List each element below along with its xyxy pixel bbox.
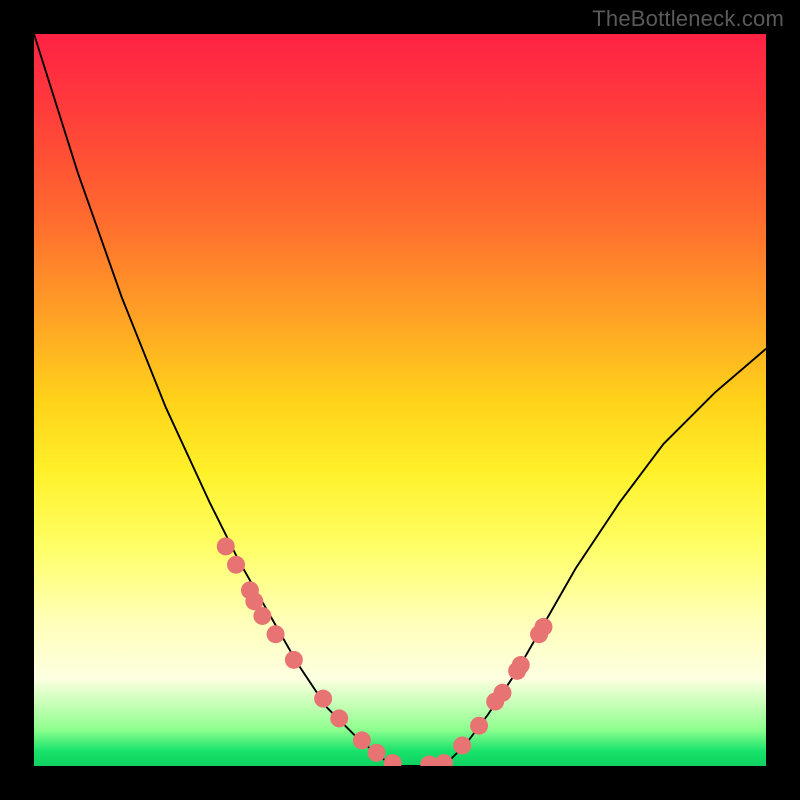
data-dot — [534, 618, 552, 636]
data-dot — [267, 625, 285, 643]
chart-frame: TheBottleneck.com — [0, 0, 800, 800]
data-dot — [453, 737, 471, 755]
data-dot — [435, 754, 453, 766]
data-dot — [227, 556, 245, 574]
data-dot — [330, 709, 348, 727]
data-dot — [253, 607, 271, 625]
data-dot — [512, 656, 530, 674]
chart-svg — [34, 34, 766, 766]
data-dot — [217, 537, 235, 555]
data-dot — [314, 690, 332, 708]
plot-area — [34, 34, 766, 766]
data-dot — [470, 717, 488, 735]
data-dot — [285, 651, 303, 669]
data-dot — [368, 744, 386, 762]
data-dot — [493, 684, 511, 702]
data-dots — [217, 537, 553, 766]
data-dot — [384, 754, 402, 766]
curve-left — [34, 34, 393, 766]
data-dot — [353, 731, 371, 749]
watermark-text: TheBottleneck.com — [592, 6, 784, 32]
